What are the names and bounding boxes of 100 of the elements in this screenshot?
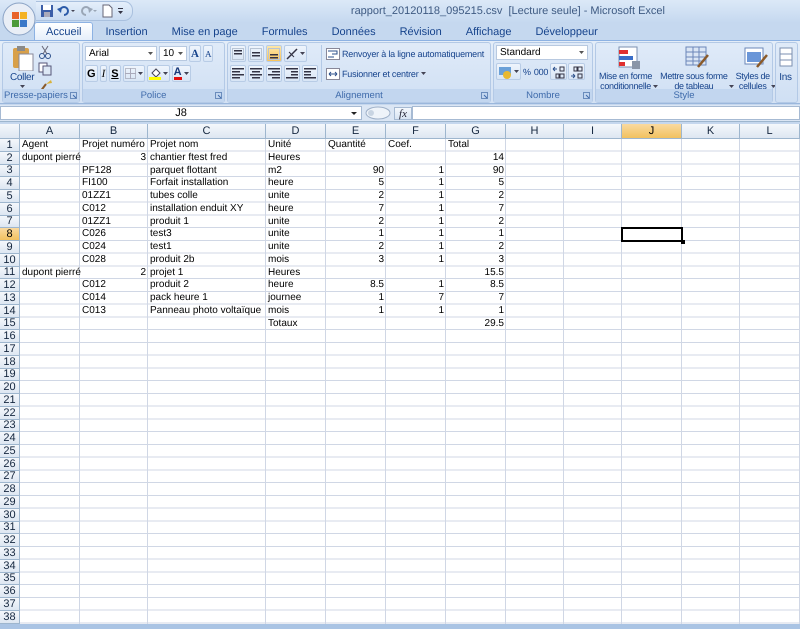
row-header[interactable]: 25 xyxy=(0,445,20,458)
ribbon-tab[interactable]: Accueil xyxy=(34,22,94,40)
insert-function-button[interactable]: fx xyxy=(394,106,412,120)
row-header[interactable]: 31 xyxy=(0,522,20,534)
underline-button[interactable]: S xyxy=(109,65,121,82)
percent-button[interactable]: % xyxy=(522,63,532,80)
align-left-button[interactable] xyxy=(230,65,246,82)
row-header[interactable]: 28 xyxy=(0,483,20,496)
orientation-button[interactable] xyxy=(284,45,307,62)
dropdown-arrow-icon[interactable] xyxy=(514,70,519,73)
row-header[interactable]: 36 xyxy=(0,585,20,598)
ribbon-tab[interactable]: Révision xyxy=(388,23,454,40)
increase-decimal-button[interactable] xyxy=(550,63,568,80)
column-header[interactable]: L xyxy=(740,124,800,139)
column-header[interactable]: F xyxy=(386,124,446,139)
row-header[interactable]: 21 xyxy=(0,394,20,407)
row-header[interactable]: 17 xyxy=(0,343,20,356)
row-header[interactable]: 29 xyxy=(0,496,20,509)
row-header[interactable]: 10 xyxy=(0,254,20,266)
number-format-field[interactable]: Standard xyxy=(496,45,588,60)
dropdown-arrow-icon[interactable] xyxy=(770,85,776,88)
row-header[interactable]: 23 xyxy=(0,420,20,432)
ribbon-tab[interactable]: Insertion xyxy=(93,23,160,40)
row-header[interactable]: 1 xyxy=(0,139,20,152)
row-header[interactable]: 14 xyxy=(0,304,20,318)
dropdown-arrow-icon[interactable] xyxy=(653,85,658,88)
row-header[interactable]: 19 xyxy=(0,368,20,382)
dropdown-arrow-icon[interactable] xyxy=(579,51,584,54)
row-header[interactable]: 11 xyxy=(0,266,20,280)
column-header[interactable]: I xyxy=(564,124,622,139)
bold-button[interactable]: G xyxy=(85,65,98,82)
align-middle-button[interactable] xyxy=(248,45,264,62)
font-size-field[interactable]: 10 xyxy=(159,46,187,61)
formula-slider-icon[interactable] xyxy=(365,106,391,120)
align-center-button[interactable] xyxy=(248,65,264,82)
undo-icon[interactable] xyxy=(57,4,76,18)
row-header[interactable]: 18 xyxy=(0,356,20,368)
ribbon-tab[interactable]: Mise en page xyxy=(160,23,250,40)
italic-button[interactable]: I xyxy=(100,65,108,82)
dropdown-arrow-icon[interactable] xyxy=(20,85,25,88)
dropdown-arrow-icon[interactable] xyxy=(178,52,183,55)
row-header[interactable]: 3 xyxy=(0,164,20,178)
dropdown-arrow-icon[interactable] xyxy=(138,72,143,75)
dropdown-arrow-icon[interactable] xyxy=(184,72,189,75)
row-header[interactable]: 37 xyxy=(0,598,20,611)
dropdown-arrow-icon[interactable] xyxy=(420,72,426,75)
ribbon-tab[interactable]: Formules xyxy=(250,23,320,40)
column-header[interactable]: H xyxy=(506,124,564,139)
row-header[interactable]: 13 xyxy=(0,292,20,305)
ribbon-tab[interactable]: Affichage xyxy=(454,23,524,40)
row-header[interactable]: 26 xyxy=(0,458,20,470)
new-document-icon[interactable] xyxy=(101,4,114,18)
ribbon-tab[interactable]: Données xyxy=(320,23,388,40)
merge-center-button[interactable]: Fusionner et centrer xyxy=(325,65,486,82)
paste-button[interactable]: Coller xyxy=(9,45,36,88)
dropdown-arrow-icon[interactable] xyxy=(300,52,305,55)
increase-indent-button[interactable] xyxy=(302,65,318,82)
row-header[interactable]: 27 xyxy=(0,470,20,484)
dialog-launcher-icon[interactable] xyxy=(583,92,590,99)
scissors-icon[interactable] xyxy=(38,45,52,59)
thousands-button[interactable]: 000 xyxy=(532,63,550,80)
fill-color-button[interactable] xyxy=(146,65,170,82)
row-header[interactable]: 32 xyxy=(0,534,20,547)
dropdown-arrow-icon[interactable] xyxy=(351,112,357,115)
ribbon-tab[interactable]: Développeur xyxy=(523,23,610,40)
align-bottom-button[interactable] xyxy=(266,45,282,62)
decrease-decimal-button[interactable] xyxy=(568,63,586,80)
row-header[interactable]: 34 xyxy=(0,560,20,572)
row-header[interactable]: 24 xyxy=(0,432,20,445)
row-header[interactable]: 8 xyxy=(0,228,20,241)
dropdown-arrow-icon[interactable] xyxy=(162,72,168,75)
name-box[interactable]: J8 xyxy=(0,106,362,120)
align-top-button[interactable] xyxy=(230,45,246,62)
selected-cell[interactable] xyxy=(622,228,682,241)
dialog-launcher-icon[interactable] xyxy=(215,92,222,99)
row-header[interactable]: 16 xyxy=(0,330,20,343)
row-header[interactable]: 22 xyxy=(0,406,20,420)
align-right-button[interactable] xyxy=(266,65,282,82)
font-color-button[interactable]: A xyxy=(172,65,191,82)
dialog-launcher-icon[interactable] xyxy=(70,92,77,99)
dropdown-arrow-icon[interactable] xyxy=(728,85,734,88)
insert-button[interactable]: Ins xyxy=(777,45,794,83)
column-header[interactable]: A xyxy=(20,124,80,139)
row-header[interactable]: 9 xyxy=(0,241,20,254)
column-header[interactable]: D xyxy=(266,124,326,139)
grow-font-button[interactable]: A xyxy=(189,45,201,62)
dialog-launcher-icon[interactable] xyxy=(481,92,488,99)
row-header[interactable]: 38 xyxy=(0,610,20,624)
column-header[interactable]: G xyxy=(446,124,506,139)
row-header[interactable]: 20 xyxy=(0,381,20,394)
column-header[interactable]: B xyxy=(80,124,148,139)
row-header[interactable]: 15 xyxy=(0,318,20,330)
row-header[interactable]: 2 xyxy=(0,152,20,164)
column-header[interactable]: E xyxy=(326,124,386,139)
row-header[interactable]: 4 xyxy=(0,177,20,190)
shrink-font-button[interactable]: A xyxy=(202,45,214,62)
row-header[interactable]: 33 xyxy=(0,547,20,560)
row-header[interactable]: 35 xyxy=(0,572,20,586)
column-header[interactable]: K xyxy=(682,124,740,139)
row-header[interactable]: 6 xyxy=(0,202,20,216)
